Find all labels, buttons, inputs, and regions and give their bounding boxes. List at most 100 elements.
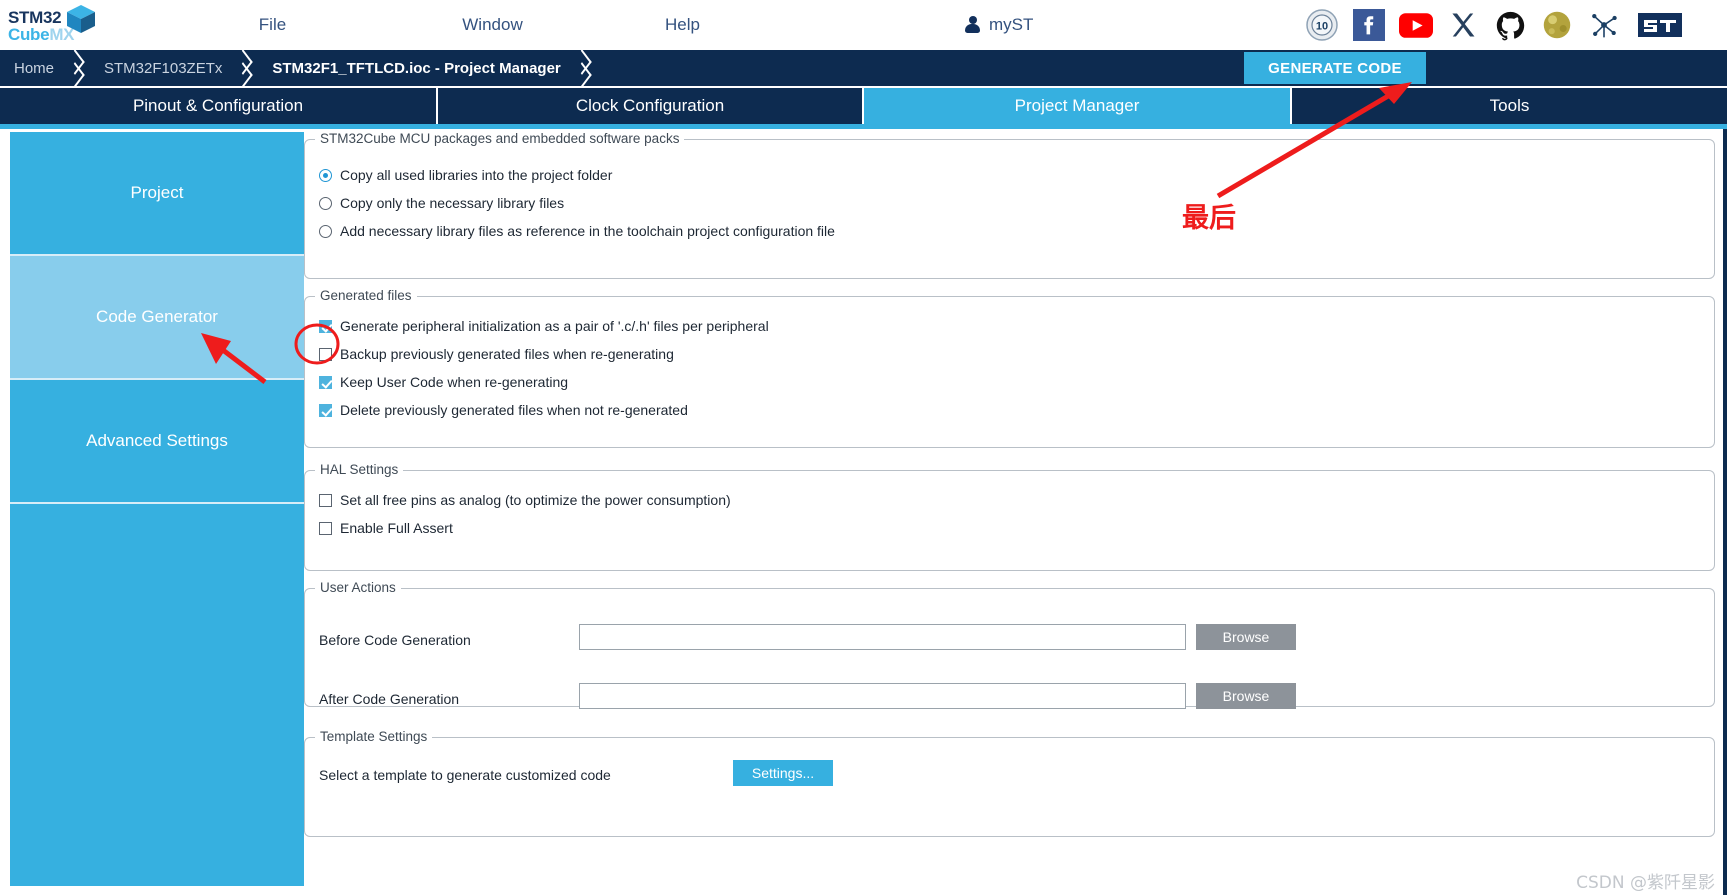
myst-label: myST (989, 15, 1034, 34)
breadcrumb-item-home[interactable]: Home (0, 50, 64, 86)
annotation-final-step-text: 最后 (1182, 203, 1236, 234)
checkbox-backup-previously-generated[interactable]: Backup previously generated files when r… (319, 346, 674, 362)
tab-tools-label: Tools (1489, 96, 1530, 115)
cube-icon (67, 5, 95, 33)
radio-icon (319, 196, 332, 210)
breadcrumb: Home STM32F103ZETx STM32F1_TFTLCD.ioc - … (0, 50, 1727, 86)
checkbox-backup-previously-generated-label: Backup previously generated files when r… (340, 346, 674, 362)
breadcrumb-item-project[interactable]: STM32F1_TFTLCD.ioc - Project Manager (258, 50, 570, 86)
wiki-globe-icon[interactable] (1540, 8, 1574, 42)
radio-icon (319, 168, 332, 182)
before-code-generation-browse-label: Browse (1222, 629, 1270, 645)
generate-code-label: GENERATE CODE (1268, 59, 1402, 77)
youtube-icon[interactable] (1399, 8, 1433, 42)
code-generator-panel: STM32Cube MCU packages and embedded soft… (304, 129, 1719, 889)
csdn-watermark: CSDN @紫阡星影 (1576, 873, 1715, 893)
person-icon (965, 16, 980, 34)
logo-cube-text: Cube (8, 25, 50, 44)
before-code-generation-input[interactable] (579, 624, 1186, 650)
chevron-right-icon (571, 50, 597, 86)
myst-account-button[interactable]: myST (965, 0, 1033, 50)
after-code-generation-input[interactable] (579, 683, 1186, 709)
network-nodes-icon[interactable] (1587, 8, 1621, 42)
tab-pinout-configuration-label: Pinout & Configuration (132, 96, 304, 115)
chevron-right-icon (232, 50, 258, 86)
menu-item-file[interactable]: File (205, 0, 340, 50)
sidebar-item-project-label: Project (130, 183, 184, 202)
menu-item-help-label: Help (665, 15, 700, 34)
x-twitter-icon[interactable] (1446, 8, 1480, 42)
breadcrumb-item-project-label: STM32F1_TFTLCD.ioc - Project Manager (272, 59, 561, 77)
sidebar-filler (10, 504, 304, 886)
checkbox-icon (319, 403, 332, 417)
st-community-badge-icon[interactable]: 10 (1305, 8, 1339, 42)
before-code-generation-label: Before Code Generation (319, 632, 471, 648)
sidebar-item-code-generator-label: Code Generator (96, 307, 218, 326)
svg-text:10: 10 (1316, 21, 1328, 33)
social-icon-bar: 10 (1305, 6, 1686, 44)
sidebar-item-project[interactable]: Project (10, 132, 304, 256)
generate-code-button[interactable]: GENERATE CODE (1244, 52, 1426, 84)
tab-project-manager[interactable]: Project Manager (864, 88, 1292, 124)
sidebar-item-advanced-settings-label: Advanced Settings (86, 431, 228, 450)
sidebar-item-advanced-settings[interactable]: Advanced Settings (10, 380, 304, 504)
tab-clock-configuration-label: Clock Configuration (575, 96, 725, 115)
menu-item-file-label: File (258, 15, 287, 34)
group-user-actions-legend: User Actions (315, 580, 401, 595)
template-settings-button-label: Settings... (751, 765, 815, 781)
radio-add-libraries-as-reference[interactable]: Add necessary library files as reference… (319, 223, 835, 239)
radio-copy-necessary-libraries[interactable]: Copy only the necessary library files (319, 195, 564, 211)
st-logo-icon[interactable] (1634, 8, 1686, 42)
tab-tools[interactable]: Tools (1292, 88, 1727, 124)
checkbox-icon (319, 493, 332, 507)
radio-copy-all-libraries[interactable]: Copy all used libraries into the project… (319, 167, 612, 183)
group-template-settings: Template Settings Select a template to g… (304, 729, 1715, 837)
template-settings-description: Select a template to generate customized… (319, 767, 611, 783)
after-code-generation-browse-button[interactable]: Browse (1196, 683, 1296, 709)
breadcrumb-item-mcu-label: STM32F103ZETx (104, 59, 223, 77)
after-code-generation-label: After Code Generation (319, 691, 460, 707)
menu-item-window-label: Window (462, 15, 523, 34)
menu-item-help[interactable]: Help (615, 0, 750, 50)
project-manager-sidebar: Project Code Generator Advanced Settings (10, 132, 304, 886)
sidebar-item-code-generator[interactable]: Code Generator (10, 256, 304, 380)
menu-bar: STM32 CubeMX File Window Help myST 10 (0, 0, 1727, 50)
main-tab-bar: Pinout & Configuration Clock Configurati… (0, 88, 1727, 124)
chevron-right-icon (64, 50, 90, 86)
group-mcu-packages-legend: STM32Cube MCU packages and embedded soft… (315, 131, 685, 146)
checkbox-delete-previously-generated[interactable]: Delete previously generated files when n… (319, 402, 688, 418)
tab-pinout-configuration[interactable]: Pinout & Configuration (0, 88, 438, 124)
checkbox-set-free-pins-analog[interactable]: Set all free pins as analog (to optimize… (319, 492, 731, 508)
stm32cubemx-logo: STM32 CubeMX (8, 4, 103, 46)
github-icon[interactable] (1493, 8, 1527, 42)
checkbox-keep-user-code-label: Keep User Code when re-generating (340, 374, 569, 390)
radio-add-libraries-as-reference-label: Add necessary library files as reference… (340, 223, 835, 239)
checkbox-icon (319, 521, 332, 535)
tab-clock-configuration[interactable]: Clock Configuration (438, 88, 864, 124)
radio-copy-all-libraries-label: Copy all used libraries into the project… (340, 167, 613, 183)
tab-project-manager-label: Project Manager (1014, 96, 1140, 115)
group-hal-settings-legend: HAL Settings (315, 462, 404, 477)
checkbox-icon (319, 347, 332, 361)
stm32cubemx-window: STM32 CubeMX File Window Help myST 10 Ho… (0, 0, 1727, 895)
breadcrumb-item-mcu[interactable]: STM32F103ZETx (90, 50, 232, 86)
radio-icon (319, 224, 332, 238)
after-code-generation-browse-label: Browse (1222, 688, 1270, 704)
checkbox-icon (319, 319, 332, 333)
radio-copy-necessary-libraries-label: Copy only the necessary library files (340, 195, 565, 211)
checkbox-generate-peripheral-init-pair-label: Generate peripheral initialization as a … (340, 318, 769, 334)
checkbox-set-free-pins-analog-label: Set all free pins as analog (to optimize… (340, 492, 731, 508)
checkbox-generate-peripheral-init-pair[interactable]: Generate peripheral initialization as a … (319, 318, 769, 334)
checkbox-icon (319, 375, 332, 389)
menu-item-window[interactable]: Window (425, 0, 560, 50)
template-settings-button[interactable]: Settings... (733, 760, 833, 786)
checkbox-enable-full-assert-label: Enable Full Assert (340, 520, 453, 536)
group-template-settings-legend: Template Settings (315, 729, 433, 744)
checkbox-enable-full-assert[interactable]: Enable Full Assert (319, 520, 453, 536)
checkbox-keep-user-code[interactable]: Keep User Code when re-generating (319, 374, 568, 390)
facebook-icon[interactable] (1352, 8, 1386, 42)
group-mcu-packages: STM32Cube MCU packages and embedded soft… (304, 131, 1715, 279)
group-hal-settings: HAL Settings Set all free pins as analog… (304, 462, 1715, 571)
group-user-actions: User Actions Before Code Generation Brow… (304, 580, 1715, 709)
before-code-generation-browse-button[interactable]: Browse (1196, 624, 1296, 650)
